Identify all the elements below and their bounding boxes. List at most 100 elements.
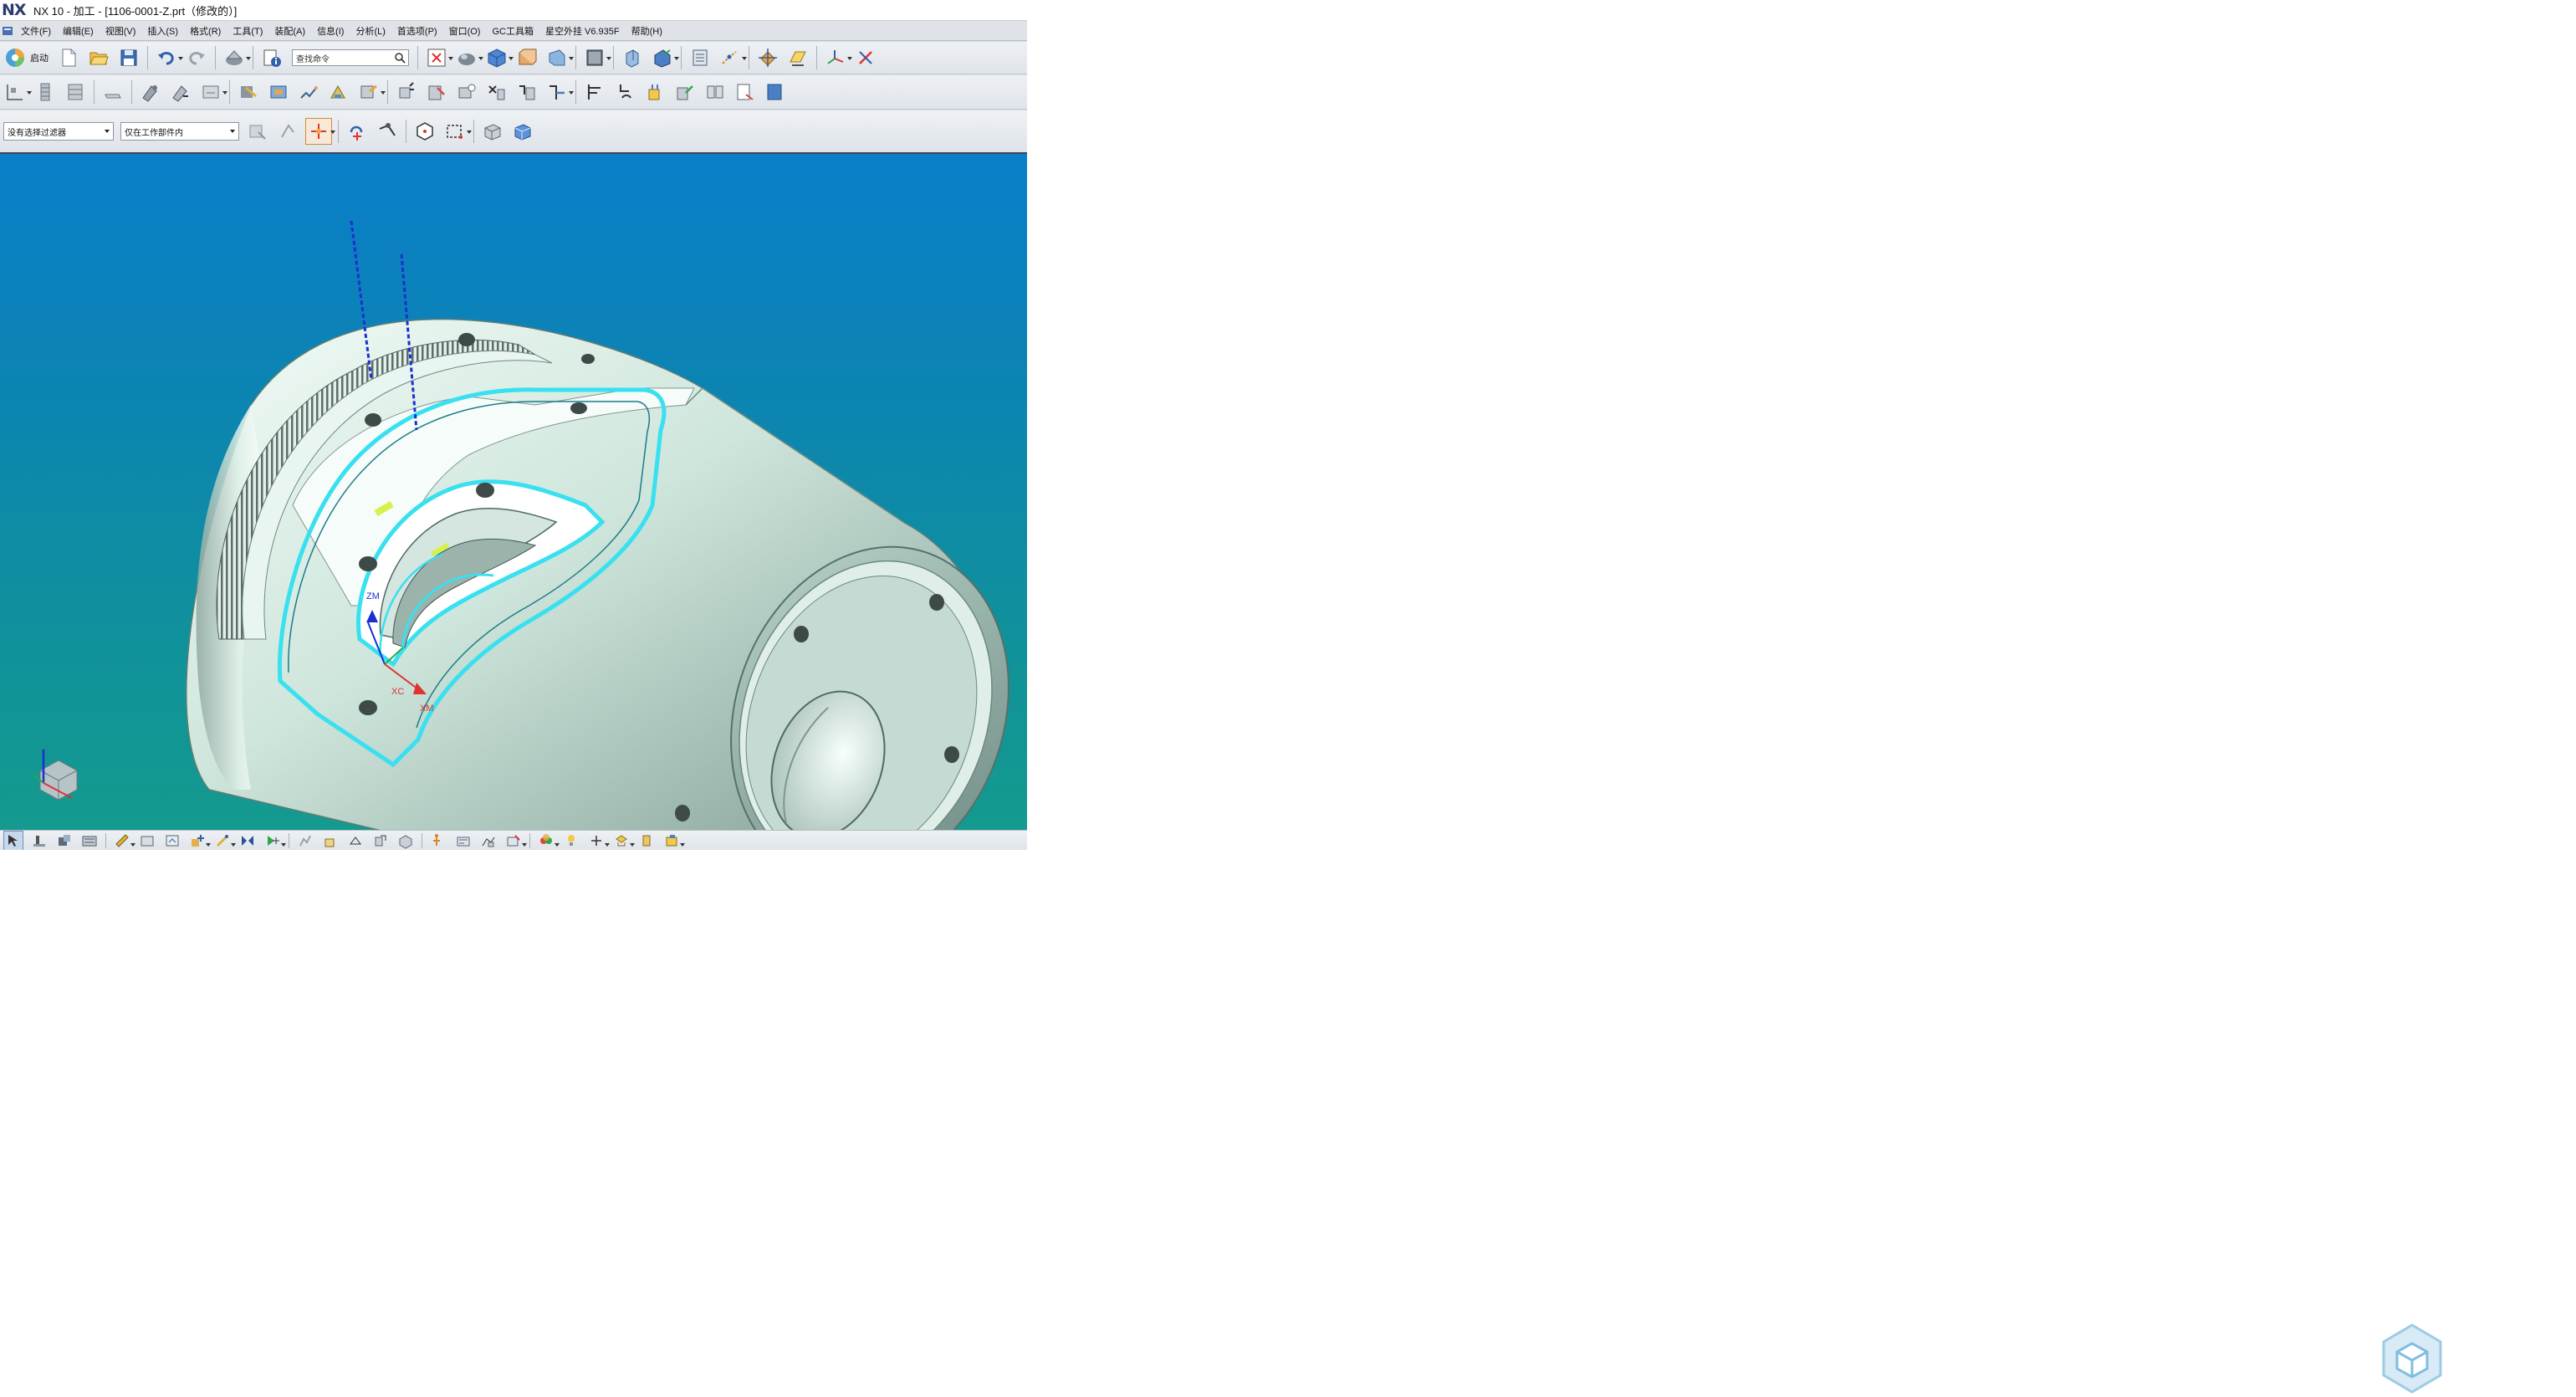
orient-button[interactable] xyxy=(620,45,645,70)
create-tool-button[interactable] xyxy=(33,79,58,105)
box-edges-button[interactable] xyxy=(514,45,539,70)
select-all-button[interactable] xyxy=(245,119,270,144)
snap-button[interactable] xyxy=(213,832,236,850)
clip-board-button[interactable] xyxy=(642,79,667,105)
menu-view[interactable]: 视图(V) xyxy=(100,24,142,38)
list-path-button[interactable] xyxy=(266,79,291,105)
transform-button[interactable] xyxy=(785,45,810,70)
wcs-button[interactable] xyxy=(163,832,181,850)
menu-help[interactable]: 帮助(H) xyxy=(626,24,668,38)
op-navigator-button[interactable] xyxy=(484,79,509,105)
method-navigator-button[interactable] xyxy=(582,79,607,105)
flange-hole[interactable] xyxy=(794,626,809,642)
batch-button[interactable] xyxy=(672,79,698,105)
export-button[interactable] xyxy=(763,79,788,105)
rotate-button[interactable] xyxy=(345,119,370,144)
shade-view-button[interactable] xyxy=(222,45,251,70)
snap-point-button[interactable] xyxy=(305,118,335,145)
pan-button[interactable] xyxy=(375,119,400,144)
part-button[interactable] xyxy=(30,832,49,850)
command-search-input[interactable]: 查找命令 xyxy=(292,49,409,66)
point-dialog-button[interactable] xyxy=(718,45,747,70)
start-button[interactable]: 启动 xyxy=(3,46,49,69)
output-cls-button[interactable] xyxy=(394,79,419,105)
info-button[interactable] xyxy=(259,45,284,70)
bolt-hole[interactable] xyxy=(365,413,381,427)
menu-gc-toolkit[interactable]: GC工具箱 xyxy=(486,24,539,38)
compare-button[interactable] xyxy=(703,79,728,105)
menu-tools[interactable]: 工具(T) xyxy=(227,24,268,38)
program-order-button[interactable] xyxy=(612,79,637,105)
verify-path-button[interactable] xyxy=(236,79,261,105)
new-file-button[interactable] xyxy=(56,45,81,70)
box-button[interactable] xyxy=(544,45,574,70)
layer-button[interactable] xyxy=(138,832,156,850)
deselect-button[interactable] xyxy=(275,119,300,144)
menu-assemblies[interactable]: 装配(A) xyxy=(268,24,311,38)
view-triad-button[interactable] xyxy=(823,45,852,70)
cylinder-button[interactable] xyxy=(637,832,656,850)
undo-button[interactable] xyxy=(154,45,183,70)
route-button[interactable] xyxy=(429,832,447,850)
graphics-window[interactable]: ZM XC XM xyxy=(0,152,1027,832)
bolt-hole[interactable] xyxy=(570,402,587,414)
geometry-navigator-button[interactable] xyxy=(544,79,574,105)
rectangle-select-button[interactable] xyxy=(442,119,472,144)
menu-window[interactable]: 窗口(O) xyxy=(443,24,487,38)
light-button[interactable] xyxy=(479,832,498,850)
library-button[interactable] xyxy=(612,832,635,850)
palette-button[interactable] xyxy=(454,832,473,850)
shaded-cube-button[interactable] xyxy=(480,119,505,144)
postprocess-button[interactable] xyxy=(326,79,351,105)
bolt-hole[interactable] xyxy=(359,556,377,571)
feature-button[interactable] xyxy=(454,79,479,105)
create-geometry-button[interactable] xyxy=(63,79,88,105)
bolt-hole[interactable] xyxy=(476,483,494,498)
menu-information[interactable]: 信息(I) xyxy=(311,24,350,38)
save-button[interactable] xyxy=(116,45,141,70)
bolt-hole[interactable] xyxy=(581,354,595,364)
cube-view-toggle[interactable] xyxy=(510,119,535,144)
type-filter-dropdown[interactable]: 没有选择过滤器 xyxy=(3,122,114,141)
add-component-button[interactable] xyxy=(188,832,211,850)
box-button-bottom[interactable] xyxy=(346,832,365,850)
assembly-button[interactable] xyxy=(55,832,74,850)
flange-hole[interactable] xyxy=(675,805,690,821)
fit-view-button[interactable] xyxy=(424,45,453,70)
shop-doc-button[interactable] xyxy=(356,79,386,105)
cube-view-button[interactable] xyxy=(484,45,514,70)
select-button[interactable] xyxy=(3,831,23,850)
render-button[interactable] xyxy=(562,832,580,850)
bolt-hole[interactable] xyxy=(359,700,377,715)
mirror-button[interactable] xyxy=(238,832,257,850)
menu-insert[interactable]: 插入(S) xyxy=(141,24,184,38)
bolt-hole[interactable] xyxy=(458,333,475,346)
clip-button[interactable] xyxy=(853,45,878,70)
measure-button[interactable] xyxy=(113,832,135,850)
menu-file[interactable]: 文件(F) xyxy=(15,24,57,38)
layer-display-button[interactable] xyxy=(582,45,611,70)
menu-plugin[interactable]: 星空外挂 V6.935F xyxy=(539,24,626,38)
material-button[interactable] xyxy=(537,832,560,850)
create-method-button[interactable] xyxy=(100,79,125,105)
snap-view-button[interactable] xyxy=(650,45,679,70)
plane-button[interactable] xyxy=(296,832,314,850)
menu-format[interactable]: 格式(R) xyxy=(184,24,227,38)
redo-button[interactable] xyxy=(184,45,209,70)
simulate-button[interactable] xyxy=(296,79,321,105)
view-triad-icon[interactable] xyxy=(33,750,78,801)
layer-list-button[interactable] xyxy=(687,45,713,70)
create-operation-button[interactable] xyxy=(138,79,163,105)
menu-analysis[interactable]: 分析(L) xyxy=(350,24,391,38)
report-button[interactable] xyxy=(733,79,758,105)
constraint-button[interactable] xyxy=(80,832,99,850)
open-button[interactable] xyxy=(86,45,111,70)
pin-button[interactable] xyxy=(371,832,390,850)
create-program-button[interactable] xyxy=(3,79,32,105)
machine-tool-button[interactable] xyxy=(424,79,449,105)
shaded-solid-button[interactable] xyxy=(454,45,483,70)
block-button[interactable] xyxy=(662,832,685,850)
move-button[interactable] xyxy=(321,832,340,850)
flange-hole[interactable] xyxy=(944,746,959,763)
menu-preferences[interactable]: 首选项(P) xyxy=(391,24,443,38)
